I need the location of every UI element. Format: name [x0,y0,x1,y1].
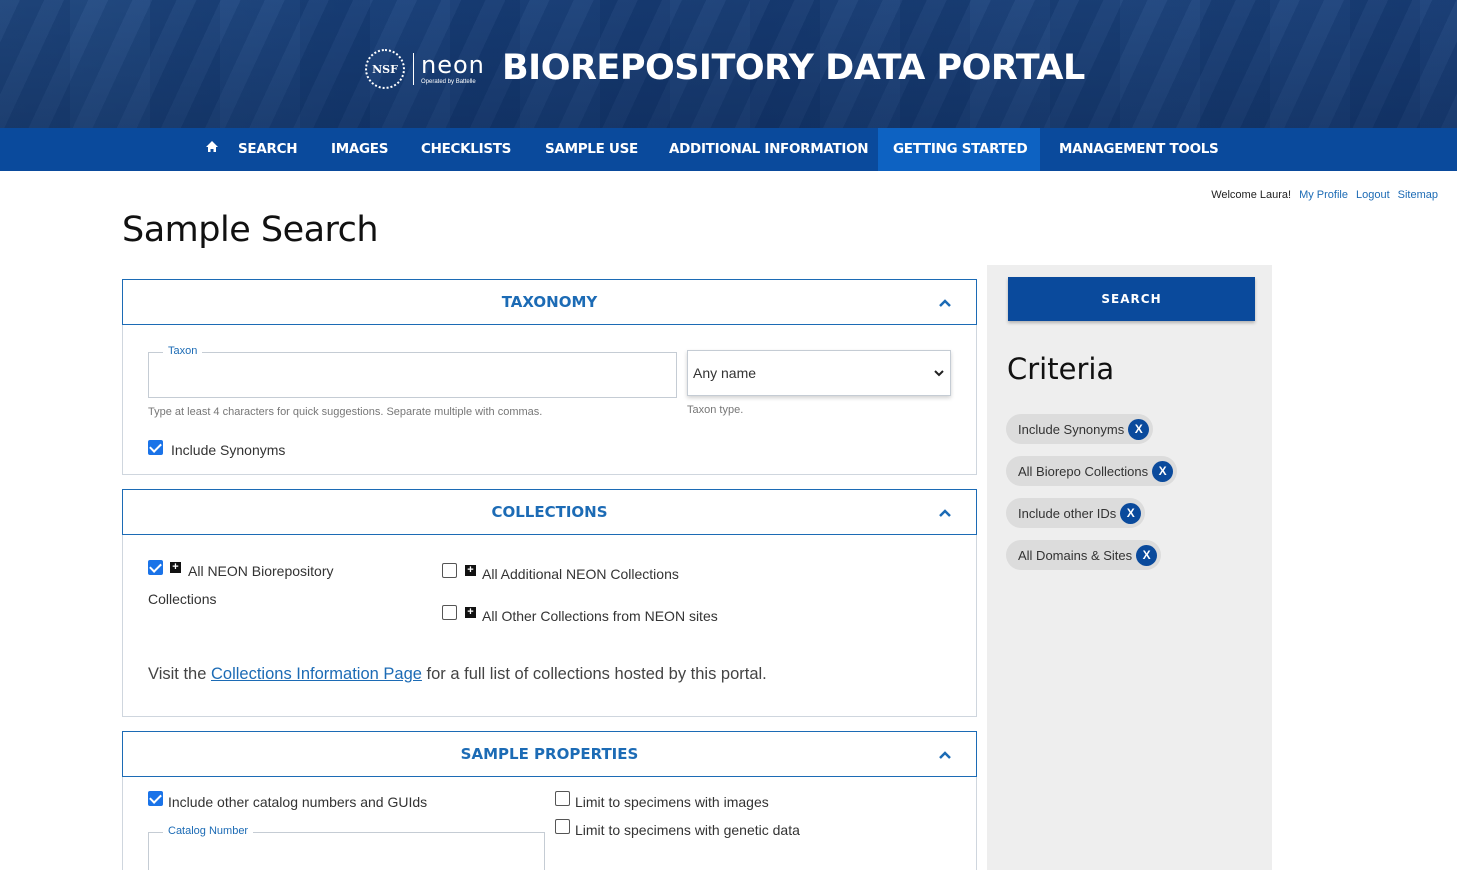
with-images-checkbox[interactable] [555,791,570,806]
sample-properties-header[interactable]: SAMPLE PROPERTIES [122,731,977,777]
sitemap-link[interactable]: Sitemap [1398,189,1438,201]
nsf-logo-icon: NSF [365,49,405,89]
nav-item-images[interactable]: IMAGES [316,128,403,171]
other-collections-checkbox[interactable] [442,605,457,620]
collections-header[interactable]: COLLECTIONS [122,489,977,535]
header-banner: NSF neon Operated by Battelle BIOREPOSIT… [0,0,1457,128]
criteria-chip-label: Include other IDs [1018,505,1117,521]
criteria-chip: All Domains & Sites X [1006,540,1162,570]
collections-info-text: Visit the Collections Information Page f… [148,665,767,684]
other-collections-label: All Other Collections from NEON sites [482,608,718,624]
criteria-chip: Include other IDs X [1006,498,1146,528]
main-nav: SEARCH IMAGES CHECKLISTS SAMPLE USE ADDI… [0,128,1457,171]
additional-collections-checkbox[interactable] [442,563,457,578]
criteria-chip: Include Synonyms X [1006,414,1154,444]
collections-info-suffix: for a full list of collections hosted by… [421,665,767,683]
neon-biorepo-checkbox[interactable] [148,560,163,575]
expand-plus-icon[interactable]: + [465,607,476,618]
genetic-data-checkbox[interactable] [555,819,570,834]
collections-title: COLLECTIONS [491,503,608,521]
taxonomy-title: TAXONOMY [501,293,598,311]
collections-info-link[interactable]: Collections Information Page [211,665,422,683]
with-images-label: Limit to specimens with images [575,794,769,810]
criteria-chip-label: All Biorepo Collections [1018,463,1149,479]
other-catalog-label: Include other catalog numbers and GUIds [168,794,428,810]
taxon-type-selected: Any name [693,365,757,381]
nav-item-checklists[interactable]: CHECKLISTS [406,128,526,171]
my-profile-link[interactable]: My Profile [1299,189,1348,201]
home-icon[interactable] [205,140,219,154]
expand-plus-icon[interactable]: + [170,562,181,573]
nav-item-additional-information[interactable]: ADDITIONAL INFORMATION [654,128,883,171]
expand-plus-icon[interactable]: + [465,565,476,576]
genetic-data-label: Limit to specimens with genetic data [575,822,800,838]
nav-item-getting-started[interactable]: GETTING STARTED [878,128,1040,171]
chevron-up-icon[interactable] [938,748,952,762]
taxon-type-select[interactable]: Any name [687,350,951,396]
nav-item-sample-use[interactable]: SAMPLE USE [530,128,653,171]
sample-properties-title: SAMPLE PROPERTIES [460,745,639,763]
neon-operated-text: Operated by Battelle [421,79,476,85]
remove-chip-button[interactable]: X [1128,418,1150,440]
chevron-down-icon [934,370,944,377]
remove-chip-button[interactable]: X [1120,502,1142,524]
additional-collections-label: All Additional NEON Collections [482,566,679,582]
taxonomy-header[interactable]: TAXONOMY [122,279,977,325]
brand-divider [413,53,414,85]
nsf-logo-text: NSF [372,62,398,76]
remove-chip-button[interactable]: X [1136,544,1158,566]
neon-biorepo-label: All NEON Biorepository [188,563,334,579]
other-catalog-checkbox[interactable] [148,791,163,806]
neon-biorepo-label-line2: Collections [148,591,217,607]
neon-logo: neon Operated by Battelle [421,53,485,85]
brand-logos[interactable]: NSF neon Operated by Battelle [365,44,485,94]
include-synonyms-checkbox[interactable] [148,440,163,455]
neon-logo-text: neon [421,51,485,79]
portal-title[interactable]: BIOREPOSITORY DATA PORTAL [502,48,1085,88]
taxon-input[interactable]: Taxon [148,345,677,398]
collections-info-prefix: Visit the [148,665,211,683]
criteria-chip-label: All Domains & Sites [1018,547,1133,563]
criteria-chip: All Biorepo Collections X [1006,456,1178,486]
taxon-type-hint: Taxon type. [687,404,744,416]
user-bar: Welcome Laura! My Profile Logout Sitemap [1211,189,1438,201]
chevron-up-icon[interactable] [938,296,952,310]
welcome-text: Welcome Laura! [1211,189,1292,201]
logout-link[interactable]: Logout [1356,189,1390,201]
page-title: Sample Search [122,210,379,250]
chevron-up-icon[interactable] [938,506,952,520]
taxon-hint: Type at least 4 characters for quick sug… [148,406,543,418]
search-button[interactable]: SEARCH [1008,277,1255,321]
nav-item-search[interactable]: SEARCH [223,128,312,171]
remove-chip-button[interactable]: X [1152,460,1174,482]
criteria-chip-label: Include Synonyms [1018,421,1125,437]
catalog-number-legend: Catalog Number [163,825,254,837]
nav-item-management-tools[interactable]: MANAGEMENT TOOLS [1044,128,1233,171]
include-synonyms-label: Include Synonyms [171,442,286,458]
catalog-number-input[interactable]: Catalog Number [148,825,545,870]
taxon-legend: Taxon [163,345,203,357]
criteria-title: Criteria [1007,352,1115,386]
